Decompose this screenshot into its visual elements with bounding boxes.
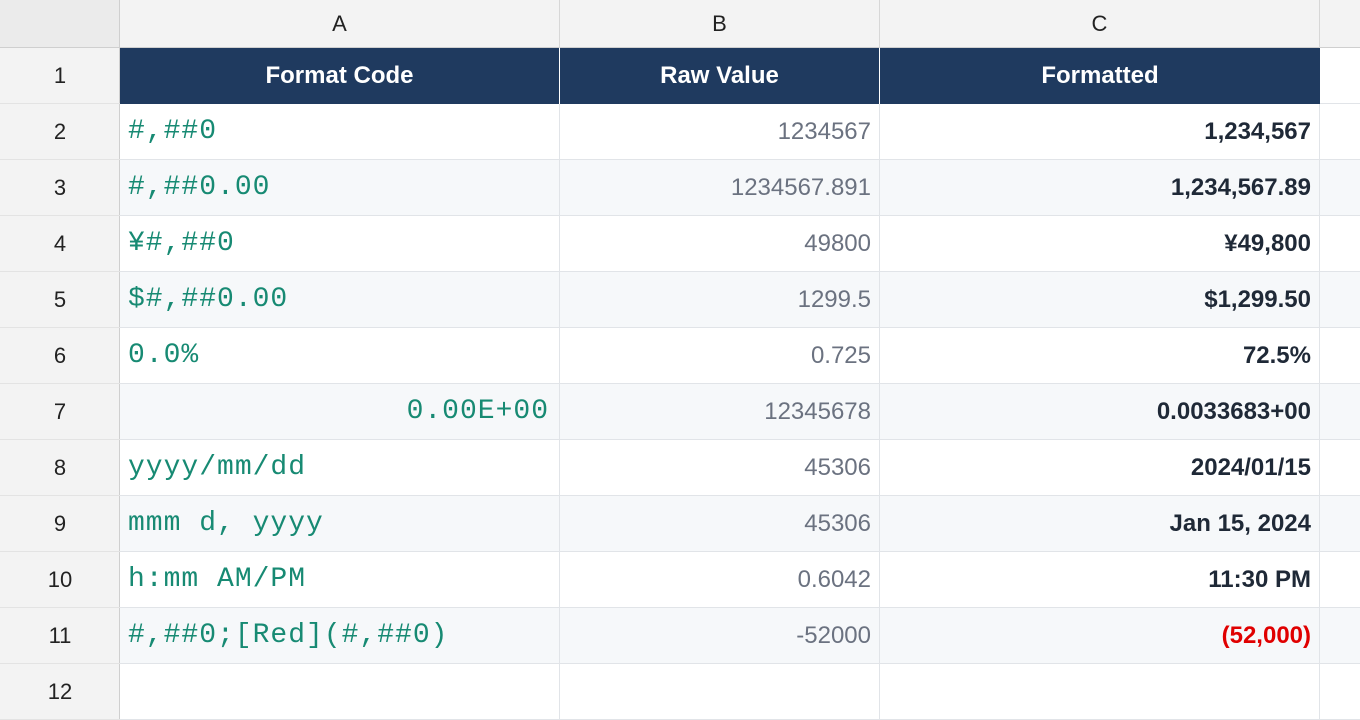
cell-empty[interactable] <box>1320 608 1360 664</box>
cell-raw-value[interactable]: 0.725 <box>560 328 880 384</box>
cell-formatted[interactable]: 11:30 PM <box>880 552 1320 608</box>
cell-raw-value[interactable]: 1234567.891 <box>560 160 880 216</box>
row-header-1[interactable]: 1 <box>0 48 120 104</box>
cell-format-code[interactable]: 0.00E+00 <box>120 384 560 440</box>
cell-format-code[interactable]: #,##0.00 <box>120 160 560 216</box>
cell-empty[interactable] <box>1320 496 1360 552</box>
cell-formatted[interactable]: 0.0033683+00 <box>880 384 1320 440</box>
column-header-a[interactable]: A <box>120 0 560 48</box>
cell-format-code[interactable]: $#,##0.00 <box>120 272 560 328</box>
cell-empty[interactable] <box>1320 104 1360 160</box>
column-header-b[interactable]: B <box>560 0 880 48</box>
cell-formatted[interactable]: 2024/01/15 <box>880 440 1320 496</box>
row-header-2[interactable]: 2 <box>0 104 120 160</box>
cell-raw-value[interactable]: 45306 <box>560 496 880 552</box>
cell-format-code[interactable]: ¥#,##0 <box>120 216 560 272</box>
row-header-9[interactable]: 9 <box>0 496 120 552</box>
cell-format-code[interactable]: #,##0 <box>120 104 560 160</box>
row-header-3[interactable]: 3 <box>0 160 120 216</box>
row-header-12[interactable]: 12 <box>0 664 120 720</box>
cell-empty[interactable] <box>1320 440 1360 496</box>
cell-format-code[interactable]: mmm d, yyyy <box>120 496 560 552</box>
cell-empty[interactable] <box>1320 384 1360 440</box>
header-cell-formatted[interactable]: Formatted <box>880 48 1320 104</box>
cell-format-code[interactable]: 0.0% <box>120 328 560 384</box>
cell-empty[interactable] <box>1320 328 1360 384</box>
row-header-6[interactable]: 6 <box>0 328 120 384</box>
header-cell-format-code[interactable]: Format Code <box>120 48 560 104</box>
cell-empty[interactable] <box>880 664 1320 720</box>
row-header-5[interactable]: 5 <box>0 272 120 328</box>
cell-raw-value[interactable]: 45306 <box>560 440 880 496</box>
cell-raw-value[interactable]: 1299.5 <box>560 272 880 328</box>
cell-formatted[interactable]: 1,234,567 <box>880 104 1320 160</box>
cell-format-code[interactable]: #,##0;[Red](#,##0) <box>120 608 560 664</box>
row-header-4[interactable]: 4 <box>0 216 120 272</box>
cell-raw-value[interactable]: -52000 <box>560 608 880 664</box>
cell-empty[interactable] <box>1320 272 1360 328</box>
cell-format-code[interactable]: h:mm AM/PM <box>120 552 560 608</box>
select-all-corner[interactable] <box>0 0 120 48</box>
column-header-c[interactable]: C <box>880 0 1320 48</box>
cell-raw-value[interactable]: 0.6042 <box>560 552 880 608</box>
cell-raw-value[interactable]: 49800 <box>560 216 880 272</box>
cell-formatted[interactable]: Jan 15, 2024 <box>880 496 1320 552</box>
cell-d1[interactable] <box>1320 48 1360 104</box>
cell-raw-value[interactable]: 12345678 <box>560 384 880 440</box>
header-cell-raw-value[interactable]: Raw Value <box>560 48 880 104</box>
cell-formatted[interactable]: 72.5% <box>880 328 1320 384</box>
cell-empty[interactable] <box>1320 216 1360 272</box>
cell-empty[interactable] <box>120 664 560 720</box>
row-header-10[interactable]: 10 <box>0 552 120 608</box>
cell-empty[interactable] <box>1320 664 1360 720</box>
cell-raw-value[interactable]: 1234567 <box>560 104 880 160</box>
cell-format-code[interactable]: yyyy/mm/dd <box>120 440 560 496</box>
cell-empty[interactable] <box>1320 160 1360 216</box>
cell-formatted[interactable]: 1,234,567.89 <box>880 160 1320 216</box>
cell-formatted[interactable]: ¥49,800 <box>880 216 1320 272</box>
cell-empty[interactable] <box>560 664 880 720</box>
cell-formatted[interactable]: $1,299.50 <box>880 272 1320 328</box>
row-header-7[interactable]: 7 <box>0 384 120 440</box>
cell-empty[interactable] <box>1320 552 1360 608</box>
row-header-11[interactable]: 11 <box>0 608 120 664</box>
cell-formatted-negative[interactable]: (52,000) <box>880 608 1320 664</box>
row-header-8[interactable]: 8 <box>0 440 120 496</box>
